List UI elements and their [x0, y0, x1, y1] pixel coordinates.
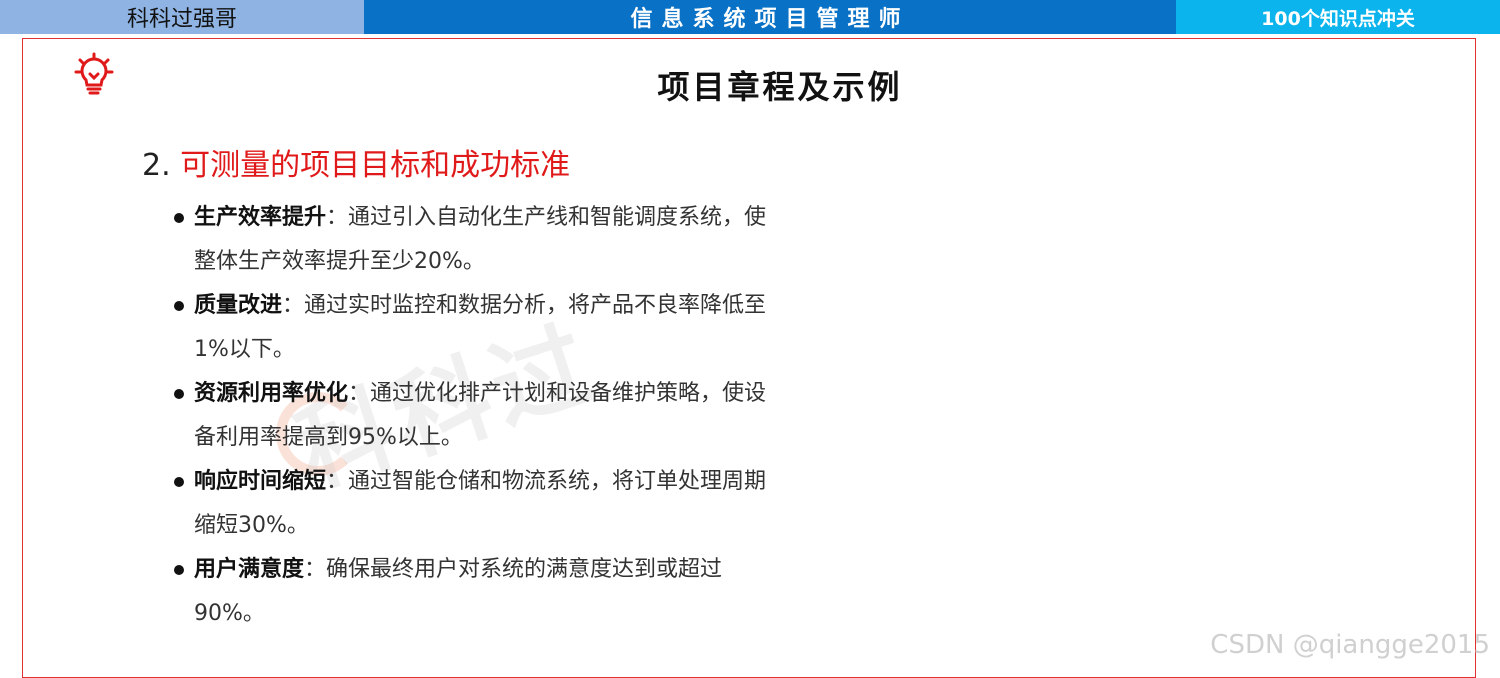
list-item: 生产效率提升：通过引入自动化生产线和智能调度系统，使整体生产效率提升至少20%。	[172, 196, 772, 284]
slide-title: 项目章程及示例	[657, 68, 903, 106]
bullet-dot	[174, 301, 184, 311]
section-number: 2.	[142, 148, 171, 183]
item-key: 生产效率提升	[194, 205, 327, 230]
item-key: 用户满意度	[194, 557, 305, 582]
course-title: 信息系统项目管理师	[364, 0, 1176, 34]
item-key: 响应时间缩短	[194, 469, 327, 494]
section-heading-text: 可测量的项目目标和成功标准	[180, 148, 571, 183]
author-label: 科科过强哥	[0, 0, 364, 34]
series-label: 100个知识点冲关	[1176, 0, 1500, 34]
list-item: 资源利用率优化：通过优化排产计划和设备维护策略，使设备利用率提高到95%以上。	[172, 372, 772, 460]
top-banner: 科科过强哥 信息系统项目管理师 100个知识点冲关	[0, 0, 1500, 34]
item-key: 质量改进	[194, 293, 283, 318]
list-item: 质量改进：通过实时监控和数据分析，将产品不良率降低至1%以下。	[172, 284, 772, 372]
bullet-dot	[174, 477, 184, 487]
objectives-list: 生产效率提升：通过引入自动化生产线和智能调度系统，使整体生产效率提升至少20%。…	[172, 196, 772, 636]
section-heading: 2. 可测量的项目目标和成功标准	[142, 140, 570, 184]
list-item: 响应时间缩短：通过智能仓储和物流系统，将订单处理周期缩短30%。	[172, 460, 772, 548]
bullet-dot	[174, 213, 184, 223]
item-key: 资源利用率优化	[194, 381, 349, 406]
bullet-dot	[174, 389, 184, 399]
bullet-dot	[174, 565, 184, 575]
list-item: 用户满意度：确保最终用户对系统的满意度达到或超过90%。	[172, 548, 772, 636]
credit-watermark: CSDN @qiangge2015	[1210, 630, 1490, 660]
